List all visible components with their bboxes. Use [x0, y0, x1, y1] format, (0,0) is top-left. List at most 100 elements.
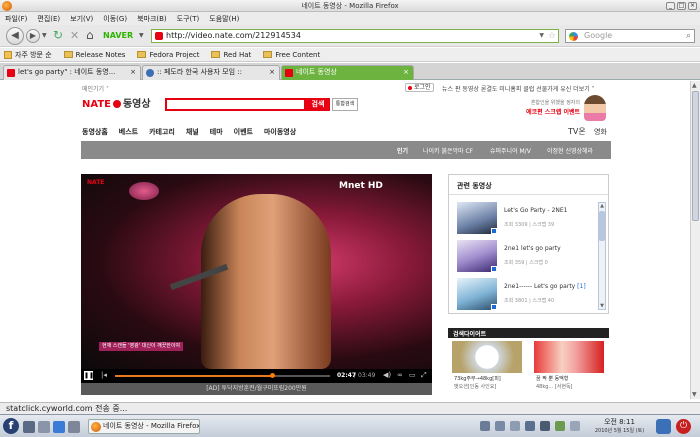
nav-tv-on[interactable]: TV온 — [568, 126, 586, 137]
scroll-up-icon[interactable]: ▲ — [692, 82, 697, 89]
search-input[interactable]: Google ⌕ — [565, 29, 695, 43]
nav-video-home[interactable]: 동영상홈 — [82, 127, 108, 137]
nav-channel[interactable]: 채널 — [186, 127, 199, 137]
mail-icon[interactable] — [53, 421, 65, 433]
bookmark-free-content[interactable]: Free Content — [263, 51, 320, 59]
bookmark-most-visited[interactable]: 자주 방문 순 — [4, 50, 52, 60]
reload-icon[interactable]: ↻ — [53, 28, 63, 42]
taskbar-firefox-button[interactable]: 네이트 동영상 - Mozilla Firefox — [88, 419, 200, 434]
page-scrollbar[interactable]: ▲ ▼ — [690, 81, 700, 399]
related-item[interactable]: Let's Go Party - 2NE1 조회 3309 | 스크랩 39 — [457, 202, 595, 236]
nav-theme[interactable]: 테마 — [210, 127, 223, 137]
login-button[interactable]: 로그인 — [405, 83, 434, 92]
video-search-button[interactable]: 검색 — [306, 98, 330, 111]
tray-clipboard-icon[interactable] — [570, 421, 580, 431]
url-dropdown-icon[interactable]: ▼ — [539, 30, 544, 42]
nate-video-logo[interactable]: NATE 동영상 — [82, 98, 151, 112]
volume-icon[interactable]: ◀) — [383, 371, 391, 379]
url-bar[interactable]: http://video.nate.com/212914534 ▼ ☆ — [151, 29, 559, 43]
menu-tools[interactable]: 도구(T) — [177, 14, 200, 24]
lock-screen-icon[interactable] — [656, 419, 671, 434]
naver-toolbar-logo[interactable]: NAVER — [103, 31, 133, 40]
google-search-engine-icon[interactable] — [569, 32, 578, 41]
bookmark-release-notes[interactable]: Release Notes — [63, 51, 125, 59]
pause-icon[interactable]: ❚❚ — [84, 371, 94, 380]
fullscreen-icon[interactable]: ⤢ — [421, 371, 427, 380]
diet-item[interactable]: 꿈 짝 뿐 동맥형 48kg... [서현독] — [534, 341, 604, 396]
terminal-icon[interactable] — [68, 421, 80, 433]
bookmark-star-icon[interactable]: ☆ — [548, 30, 556, 42]
diet-thumbnail-image — [534, 341, 604, 373]
video-search-input[interactable] — [165, 98, 306, 111]
thumbnail-play-icon — [491, 266, 497, 272]
tab-close-icon[interactable]: × — [130, 66, 136, 79]
scroll-thumb[interactable] — [692, 91, 699, 221]
menu-go[interactable]: 이동(G) — [103, 14, 127, 24]
ticker-item[interactable]: 슈퍼주니어 M/V — [490, 146, 531, 155]
bookmark-fedora-project[interactable]: Fedora Project — [137, 51, 199, 59]
loop-icon[interactable]: ∞ — [397, 371, 403, 379]
tab-close-icon[interactable]: × — [269, 66, 275, 79]
menu-bookmarks[interactable]: 북마크(B) — [137, 14, 167, 24]
rewind-icon[interactable]: |◂ — [101, 371, 107, 379]
site-identity-icon[interactable] — [155, 32, 163, 40]
minimize-button[interactable]: _ — [666, 2, 675, 10]
related-item[interactable]: 2ne1------ Let's go party [1] 조회 3801 | … — [457, 278, 595, 312]
promo-banner[interactable]: 혼합인을 위했을 정자의 에코편 스크랩 이벤트 — [518, 93, 608, 121]
nav-category[interactable]: 카테고리 — [149, 127, 175, 137]
close-window-button[interactable]: × — [688, 2, 697, 10]
top-links[interactable]: 뉴스 판 동영상 론결도 미니홈피 클럽 선물가게 유신 더보기 ˅ — [442, 84, 595, 93]
ticker-item[interactable]: 이정현 신영상헤라 — [547, 146, 593, 155]
menu-file[interactable]: 파일(F) — [5, 14, 27, 24]
status-text: statclick.cyworld.com 전송 중... — [6, 404, 128, 413]
stop-icon[interactable]: ✕ — [70, 29, 79, 42]
tray-battery-icon[interactable] — [555, 421, 565, 431]
nav-my-video[interactable]: 마이동영상 — [264, 127, 296, 137]
video-player[interactable]: Mnet HD NATE 현재 스캔들 '영광' 대신이 깨끗한이야 ❚❚ |◂… — [81, 174, 432, 383]
tab-nate-video[interactable]: 네이트 동영상 × — [281, 65, 414, 80]
tray-printer-icon[interactable] — [510, 421, 520, 431]
device-selector[interactable]: 메인기기 ˅ — [82, 84, 109, 93]
related-scroll-up-icon[interactable]: ▲ — [599, 203, 605, 209]
menu-edit[interactable]: 편집(E) — [37, 14, 60, 24]
diet-item[interactable]: 73kg주부→48kg[피] 뱃오션[인동 사인요] — [452, 341, 522, 396]
nav-best[interactable]: 베스트 — [119, 127, 138, 137]
forward-button[interactable]: ▶ — [26, 29, 40, 43]
search-magnifier-icon[interactable]: ⌕ — [686, 30, 691, 42]
progress-track[interactable] — [115, 373, 330, 378]
power-icon[interactable]: ⏻ — [676, 419, 691, 434]
related-scroll-thumb[interactable] — [599, 211, 605, 241]
related-scroll-down-icon[interactable]: ▼ — [599, 303, 605, 309]
show-desktop-icon[interactable] — [23, 421, 35, 433]
related-scroll-track[interactable]: ▲ ▼ — [598, 202, 606, 310]
ticker-item[interactable]: 나이키 붉은악마 CF — [423, 146, 473, 155]
maximize-button[interactable]: □ — [677, 2, 686, 10]
back-button[interactable]: ◀ — [6, 27, 24, 45]
tray-display-icon[interactable] — [525, 421, 535, 431]
total-search-button[interactable]: 통합검색 — [332, 98, 358, 111]
nav-movie[interactable]: 영화 — [594, 127, 607, 137]
home-icon[interactable]: ⌂ — [86, 28, 94, 42]
bookmark-red-hat[interactable]: Red Hat — [211, 51, 251, 59]
ticker-label: 인기 — [397, 148, 409, 155]
tray-volume-icon[interactable] — [540, 421, 550, 431]
tab-close-icon[interactable]: × — [403, 66, 409, 79]
tray-network-icon[interactable] — [495, 421, 505, 431]
clock[interactable]: 오전 8:11 2010년 5월 15일 (토) — [592, 417, 647, 434]
settings-icon[interactable]: ▭ — [409, 371, 416, 379]
tray-window-icon[interactable] — [480, 421, 490, 431]
tab-lets-go-party[interactable]: let's go party" : 네이트 동영... × — [3, 65, 141, 80]
ad-caption-bar[interactable]: [AD] 투닥지방훈련/월구미또림200만원 — [81, 383, 432, 395]
scroll-down-icon[interactable]: ▼ — [692, 391, 697, 398]
fedora-menu-icon[interactable]: f — [3, 418, 19, 434]
tab-fedora-korea[interactable]: :: 페도라 한국 사용자 모임 :: × — [142, 65, 280, 80]
related-item-meta: 조회 3309 | 스크랩 39 — [504, 222, 555, 228]
progress-knob[interactable] — [269, 373, 275, 378]
file-manager-icon[interactable] — [38, 421, 50, 433]
nav-event[interactable]: 이벤트 — [234, 127, 253, 137]
menu-view[interactable]: 보기(V) — [70, 14, 93, 24]
history-dropdown-icon[interactable]: ▼ — [42, 32, 47, 39]
menu-help[interactable]: 도움말(H) — [209, 14, 239, 24]
naver-dropdown-icon[interactable]: ▼ — [139, 32, 144, 39]
related-item[interactable]: 2ne1 let's go party 조회 359 | 스크랩 0 — [457, 240, 595, 274]
